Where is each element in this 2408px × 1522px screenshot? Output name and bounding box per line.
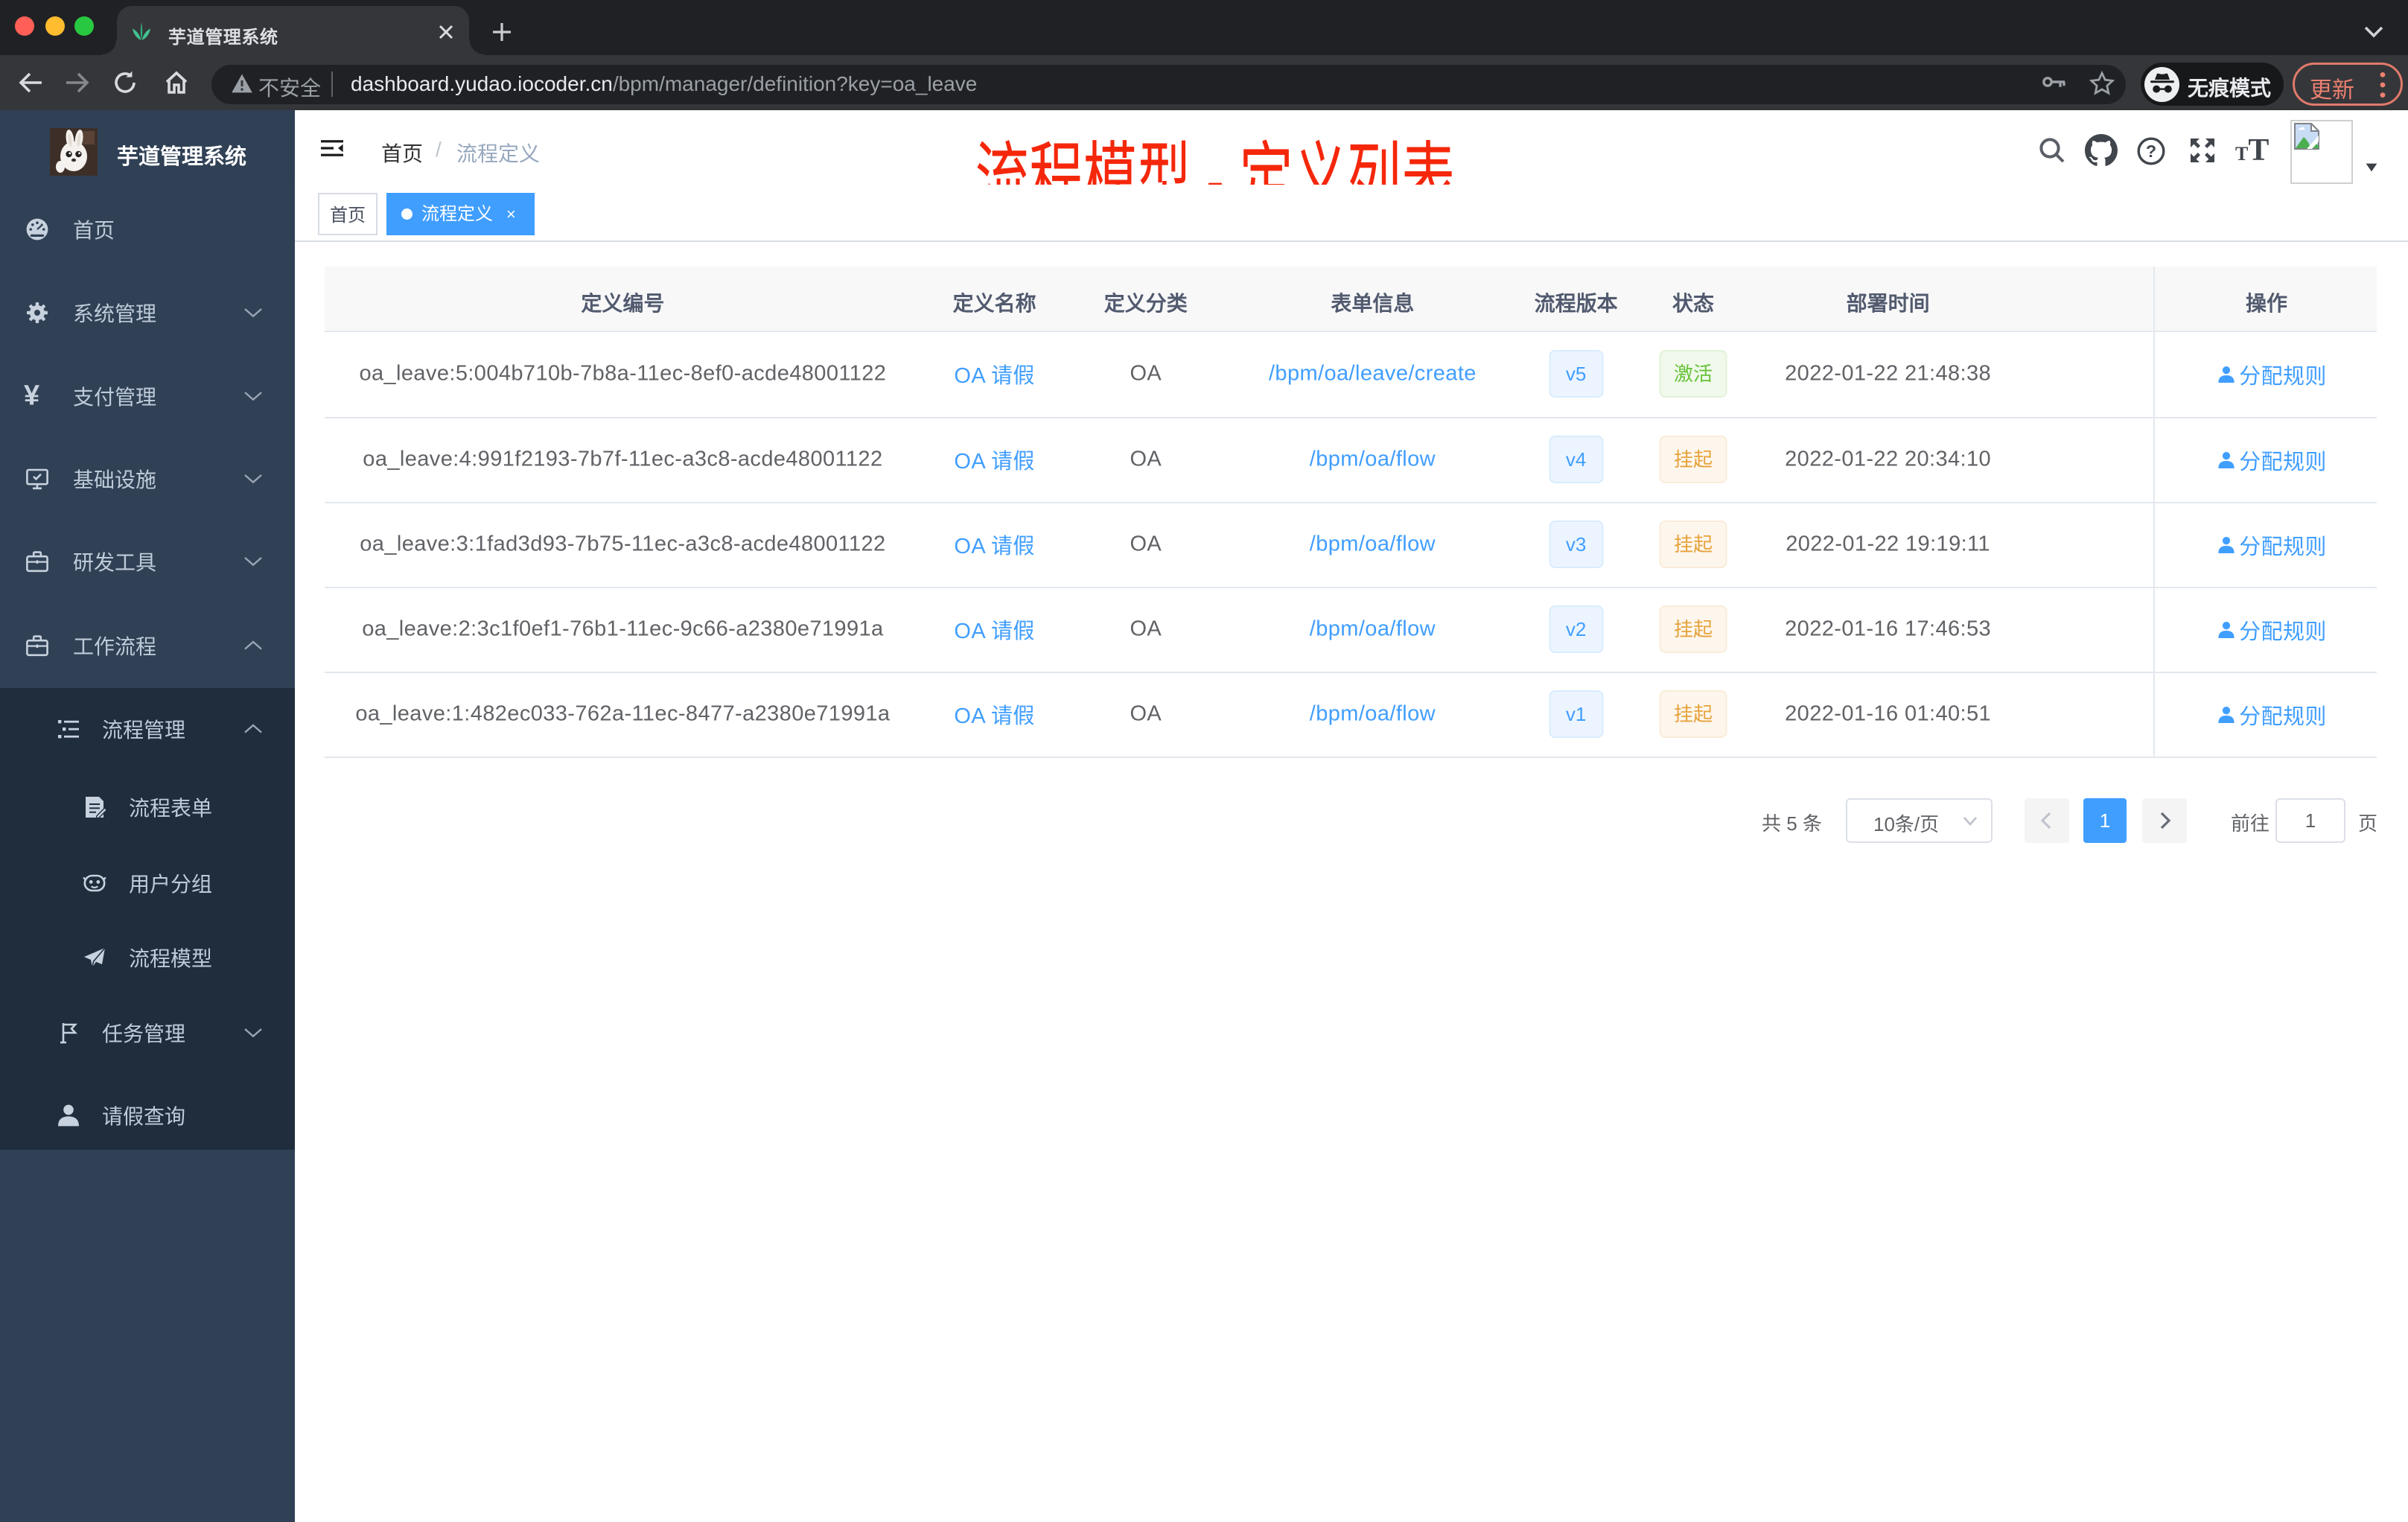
- svg-text:?: ?: [2146, 141, 2156, 161]
